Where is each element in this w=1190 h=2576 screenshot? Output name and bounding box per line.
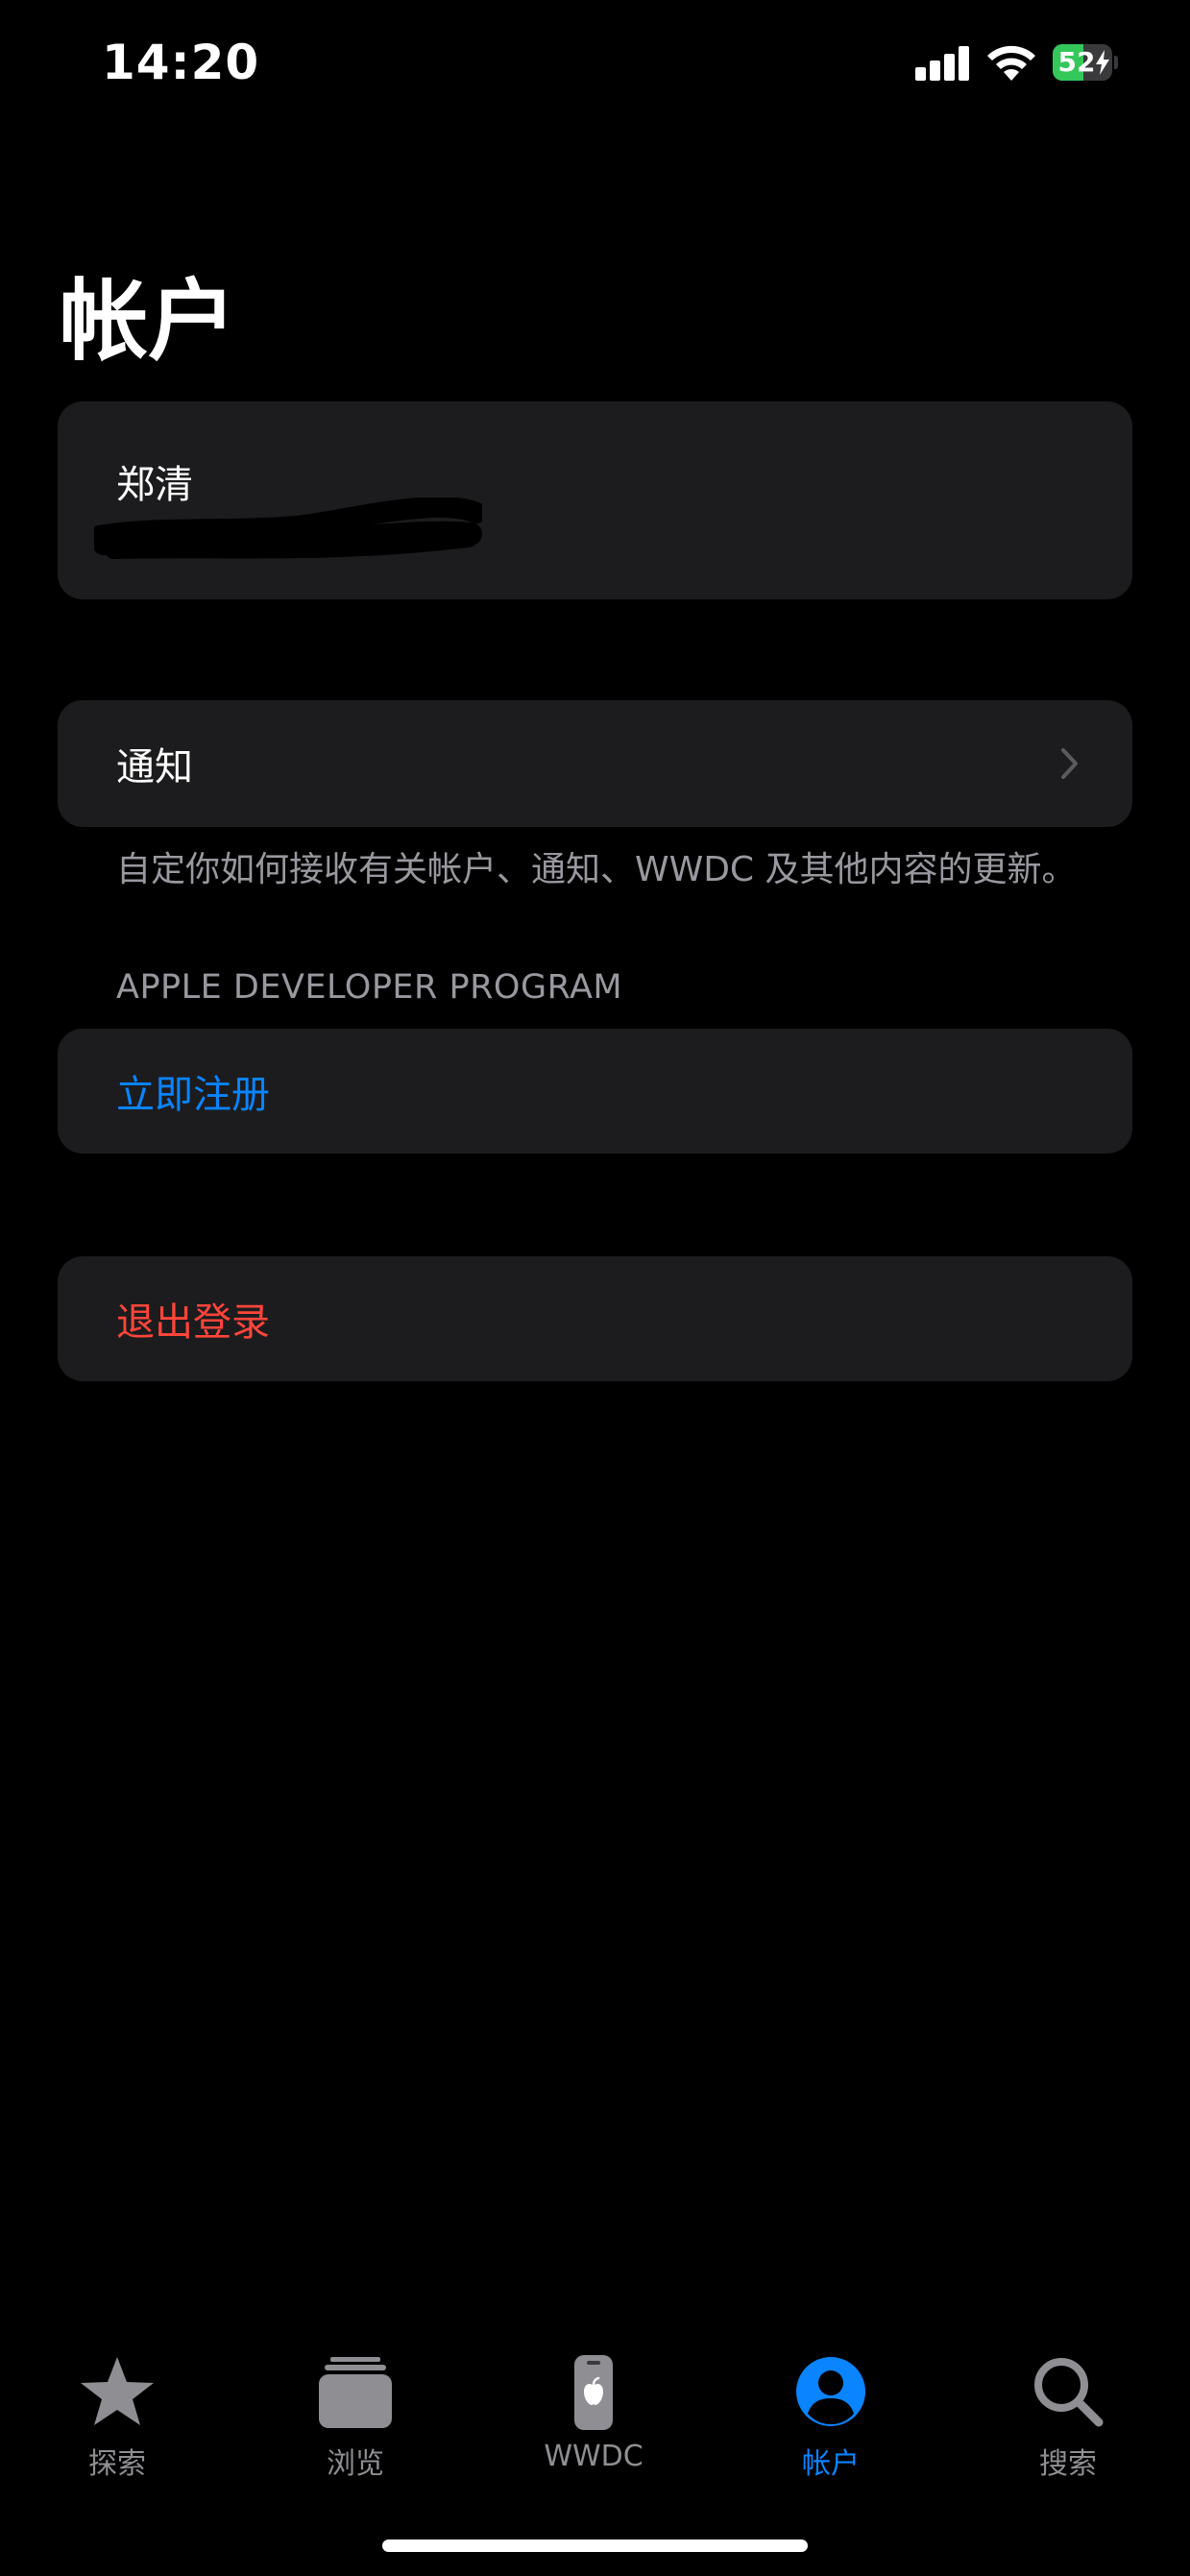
page-title: 帐户 — [60, 270, 237, 373]
profile-card[interactable]: 郑清 — [58, 401, 1132, 599]
tab-search[interactable]: 搜索 — [972, 2334, 1164, 2507]
tab-bar: 探索 浏览 WWDC 帐户 搜索 — [0, 2334, 1190, 2507]
wwdc-device-icon — [574, 2355, 613, 2430]
stack-icon — [319, 2357, 392, 2428]
status-time: 14:20 — [102, 35, 260, 90]
tab-label: WWDC — [544, 2440, 644, 2473]
tab-explore[interactable]: 探索 — [21, 2334, 213, 2507]
tab-label: 搜索 — [1039, 2447, 1097, 2481]
chevron-right-icon — [1061, 748, 1078, 779]
redaction-scribble — [94, 498, 482, 559]
person-circle-icon — [796, 2357, 865, 2426]
notifications-row[interactable]: 通知 — [58, 700, 1132, 827]
tab-label: 浏览 — [327, 2447, 384, 2481]
cellular-signal-icon — [915, 46, 969, 81]
wifi-icon — [984, 42, 1038, 83]
tab-account[interactable]: 帐户 — [735, 2334, 927, 2507]
tab-label: 探索 — [88, 2447, 146, 2481]
star-icon — [81, 2357, 154, 2425]
enroll-label: 立即注册 — [116, 1073, 270, 1117]
logout-button[interactable]: 退出登录 — [58, 1256, 1132, 1381]
notifications-footnote: 自定你如何接收有关帐户、通知、WWDC 及其他内容的更新。 — [116, 850, 1077, 889]
enroll-button[interactable]: 立即注册 — [58, 1029, 1132, 1154]
notifications-label: 通知 — [116, 745, 193, 790]
status-bar: 14:20 52 — [0, 0, 1190, 125]
home-indicator[interactable] — [382, 2540, 808, 2552]
tab-browse[interactable]: 浏览 — [259, 2334, 451, 2507]
battery-level: 52 — [1057, 46, 1096, 78]
bolt-icon — [1096, 50, 1109, 75]
search-icon — [1034, 2358, 1104, 2427]
tab-label: 帐户 — [802, 2447, 860, 2481]
tab-wwdc[interactable]: WWDC — [498, 2334, 690, 2507]
developer-program-header: APPLE DEVELOPER PROGRAM — [116, 968, 623, 1007]
logout-label: 退出登录 — [116, 1300, 270, 1345]
battery-charging-icon: 52 — [1053, 44, 1118, 81]
